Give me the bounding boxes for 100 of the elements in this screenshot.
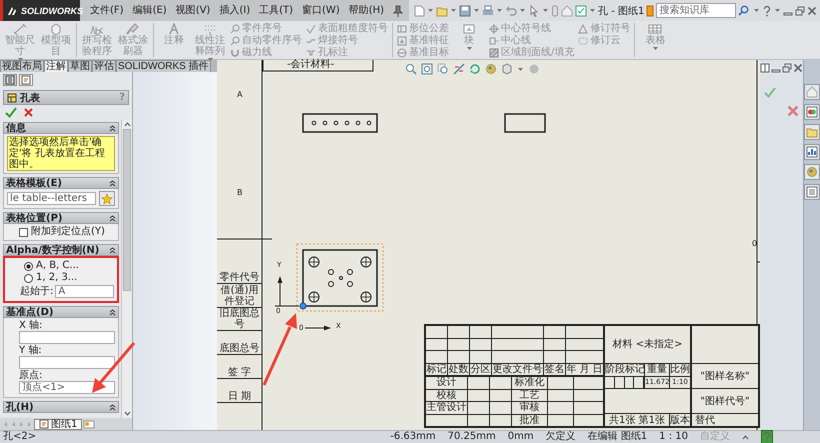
zone-label: 0	[752, 239, 758, 249]
input-field[interactable]	[19, 331, 115, 344]
folder-icon[interactable]	[436, 4, 448, 16]
section-header[interactable]: 基准点(D)	[3, 306, 119, 318]
menu-item[interactable]: 编辑(E)	[132, 4, 167, 16]
tab[interactable]: SOLIDWORKS 插件	[116, 60, 211, 72]
paint-icon[interactable]	[485, 63, 497, 75]
window-title: 孔 - 图纸1	[598, 4, 644, 18]
restore-icon[interactable]	[795, 6, 806, 16]
double-chevron-icon[interactable]	[109, 124, 116, 132]
zoom-fit-icon[interactable]	[421, 63, 433, 75]
section-header[interactable]: 孔(H)	[3, 401, 119, 413]
add-sheet-icon[interactable]	[83, 420, 96, 428]
caret-icon[interactable]	[517, 66, 524, 72]
sheet-tab[interactable]: 图纸1	[34, 418, 82, 430]
caret-icon[interactable]	[519, 8, 526, 13]
input-field[interactable]: A	[55, 285, 114, 298]
close-icon[interactable]	[807, 6, 818, 16]
caret-icon[interactable]	[473, 8, 480, 13]
menu-item[interactable]: 帮助(H)	[348, 4, 384, 16]
radio-button[interactable]	[24, 274, 33, 282]
table-cell: 校核	[426, 389, 468, 402]
menu-item[interactable]: 工具(T)	[259, 4, 294, 16]
search-field[interactable]: 搜索知识库	[656, 3, 736, 18]
caret-icon[interactable]	[753, 8, 760, 13]
help-button[interactable]	[761, 430, 773, 443]
panel-tab[interactable]	[3, 74, 17, 86]
task-pane-tab[interactable]	[804, 124, 820, 140]
box-icon[interactable]	[501, 63, 513, 75]
caret-icon[interactable]	[589, 8, 596, 13]
check-icon[interactable]	[764, 87, 776, 98]
cross-icon[interactable]	[23, 107, 34, 118]
tab[interactable]: 注解	[44, 60, 68, 72]
restore-icon[interactable]	[782, 63, 792, 73]
double-chevron-icon[interactable]	[109, 214, 116, 222]
cursor-icon[interactable]	[528, 4, 540, 16]
book-icon	[646, 4, 654, 16]
double-chevron-icon[interactable]	[109, 308, 116, 316]
house-icon[interactable]	[561, 4, 574, 16]
pin-icon[interactable]	[393, 4, 404, 16]
undo-icon[interactable]	[505, 4, 518, 16]
strip-label: 借(通)用件登记	[217, 284, 262, 308]
task-pane-tab[interactable]	[804, 164, 820, 180]
tab[interactable]: 评估	[92, 60, 116, 72]
caret-icon[interactable]	[450, 8, 458, 13]
scrollbar[interactable]	[121, 120, 132, 418]
input-field[interactable]: 顶点<1>	[19, 381, 115, 394]
help-button[interactable]: ?	[119, 92, 125, 103]
caret-icon[interactable]	[496, 8, 504, 13]
menu-item[interactable]: 插入(I)	[219, 4, 250, 16]
panel-tab[interactable]	[19, 74, 33, 86]
input-field[interactable]	[19, 356, 115, 369]
double-chevron-icon[interactable]	[109, 404, 116, 410]
task-pane-tab[interactable]	[804, 104, 820, 120]
menu-item[interactable]: 窗口(W)	[302, 4, 340, 16]
menu-item[interactable]: 视图(V)	[176, 4, 210, 16]
zoom-area-icon[interactable]	[437, 63, 449, 75]
scroll-down-icon[interactable]	[124, 411, 130, 416]
section-icon[interactable]	[453, 63, 465, 75]
magnifier-icon[interactable]	[405, 63, 417, 75]
frame-icon	[397, 24, 407, 34]
printer-icon[interactable]	[482, 4, 494, 16]
tile-icon[interactable]	[760, 63, 770, 73]
scrollbar-thumb[interactable]	[123, 129, 131, 291]
cross-icon[interactable]	[786, 104, 800, 118]
check-icon[interactable]	[5, 107, 17, 118]
status-text: 自定义	[700, 431, 730, 443]
rotate-icon[interactable]	[469, 63, 481, 75]
tab[interactable]: 草图	[68, 60, 92, 72]
scroll-up-icon[interactable]	[742, 434, 749, 440]
menu-item[interactable]: 文件(F)	[90, 4, 124, 16]
section-header[interactable]: 表格模板(E)	[3, 177, 119, 189]
section-header[interactable]: Alpha/数字控制(N)	[3, 244, 119, 256]
task-pane-tab[interactable]	[804, 184, 820, 200]
task-pane-tab[interactable]	[804, 144, 820, 160]
caret-icon[interactable]	[542, 8, 550, 13]
radio-button[interactable]	[24, 262, 33, 270]
caret-icon[interactable]	[774, 8, 782, 13]
section-header[interactable]: 表格位置(P)	[3, 212, 119, 224]
close-icon[interactable]	[793, 63, 803, 73]
document-icon[interactable]	[413, 4, 426, 16]
help-icon[interactable]	[762, 4, 772, 16]
tab[interactable]: 视图布局	[0, 60, 44, 72]
table-icon	[648, 23, 662, 35]
section-header[interactable]: 信息	[3, 122, 119, 134]
bracket-icon	[306, 48, 316, 58]
favorite-button[interactable]	[99, 191, 115, 206]
search-icon[interactable]	[738, 5, 750, 16]
table-cell: "图样代号"	[692, 388, 759, 414]
balloon-icon	[230, 36, 240, 46]
checkbox[interactable]	[19, 228, 28, 236]
checkbox-label: 附加到定位点(Y)	[31, 226, 105, 238]
input-field[interactable]: le table--letters	[7, 192, 96, 205]
save-icon[interactable]	[459, 4, 472, 16]
checklist-icon[interactable]	[575, 4, 588, 16]
scroll-up-icon[interactable]	[124, 122, 130, 127]
double-chevron-icon[interactable]	[109, 180, 116, 186]
task-pane-tab[interactable]	[804, 84, 820, 100]
caret-icon[interactable]	[427, 8, 434, 13]
double-chevron-icon[interactable]	[109, 246, 116, 254]
